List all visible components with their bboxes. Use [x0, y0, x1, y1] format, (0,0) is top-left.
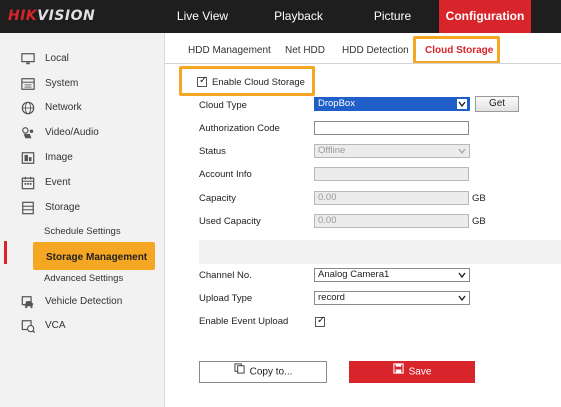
calendar-icon: [20, 175, 36, 191]
copy-icon: [234, 362, 245, 382]
sidebar-item-system[interactable]: System: [0, 73, 165, 95]
chevron-down-icon: [458, 148, 466, 155]
tab-picture[interactable]: Picture: [350, 0, 435, 33]
tab-live-view[interactable]: Live View: [160, 0, 245, 33]
chevron-down-icon: [458, 295, 466, 302]
sidebar-item-vca[interactable]: VCA: [0, 315, 165, 337]
cloud-type-label: Cloud Type: [199, 100, 247, 111]
subtab-hdd-management[interactable]: HDD Management: [188, 45, 271, 56]
subtab-net-hdd[interactable]: Net HDD: [285, 45, 325, 56]
sidebar-item-storage[interactable]: Storage: [0, 197, 165, 219]
account-info-field: [314, 167, 469, 181]
sidebar-item-local[interactable]: Local: [0, 48, 165, 70]
enable-event-upload-label: Enable Event Upload: [199, 316, 289, 327]
vehicle-icon: [20, 294, 36, 310]
status-select: Offline: [314, 144, 470, 158]
monitor-icon: [20, 51, 36, 67]
active-indicator: [4, 241, 7, 264]
status-label: Status: [199, 146, 226, 157]
authorization-code-input[interactable]: [314, 121, 469, 135]
cloud-type-select[interactable]: DropBox: [314, 97, 470, 111]
chevron-down-icon: [457, 99, 467, 109]
globe-icon: [20, 100, 36, 116]
channel-no-label: Channel No.: [199, 270, 252, 281]
upload-type-select[interactable]: record: [314, 291, 470, 305]
get-button[interactable]: Get: [475, 96, 519, 112]
capacity-field: 0.00: [314, 191, 469, 205]
capacity-unit: GB: [472, 193, 486, 204]
used-capacity-unit: GB: [472, 216, 486, 227]
tab-configuration[interactable]: Configuration: [439, 0, 531, 33]
sidebar-item-image[interactable]: Image: [0, 147, 165, 169]
subtab-hdd-detection[interactable]: HDD Detection: [342, 45, 409, 56]
subtab-divider: [165, 63, 561, 64]
checkmark-icon: ✓: [199, 75, 208, 86]
upload-type-label: Upload Type: [199, 293, 253, 304]
enable-event-upload-checkbox[interactable]: ✓: [315, 315, 326, 327]
storage-icon: [20, 200, 36, 216]
account-info-label: Account Info: [199, 169, 252, 180]
subtab-cloud-storage[interactable]: Cloud Storage: [425, 45, 493, 56]
hikvision-logo: HIKVISION: [8, 8, 96, 24]
channel-no-select[interactable]: Analog Camera1: [314, 268, 470, 282]
sidebar-sub-schedule-settings[interactable]: Schedule Settings: [44, 226, 121, 237]
chevron-down-icon: [458, 272, 466, 279]
top-navigation-bar: HIKVISION Live View Playback Picture Con…: [0, 0, 561, 33]
sidebar-sub-advanced-settings[interactable]: Advanced Settings: [44, 273, 123, 284]
sidebar-item-vehicle-detection[interactable]: Vehicle Detection: [0, 291, 165, 313]
tab-playback[interactable]: Playback: [256, 0, 341, 33]
image-icon: [20, 150, 36, 166]
authorization-code-label: Authorization Code: [199, 123, 280, 134]
system-icon: [20, 76, 36, 92]
save-button[interactable]: Save: [349, 361, 475, 383]
copy-to-button[interactable]: Copy to...: [199, 361, 327, 383]
sidebar-item-video-audio[interactable]: Video/Audio: [0, 122, 165, 144]
enable-cloud-storage-label: Enable Cloud Storage: [212, 77, 305, 88]
enable-cloud-storage-checkbox[interactable]: ✓: [197, 75, 208, 87]
video-icon: [20, 125, 36, 141]
sidebar-sub-storage-management[interactable]: Storage Management: [33, 242, 155, 270]
save-icon: [392, 361, 404, 383]
section-divider: [199, 240, 561, 264]
sidebar: Local System Network Video/Audio Image E…: [0, 33, 165, 407]
used-capacity-label: Used Capacity: [199, 216, 261, 227]
sidebar-item-network[interactable]: Network: [0, 97, 165, 119]
checkmark-icon: ✓: [317, 315, 326, 326]
sidebar-item-event[interactable]: Event: [0, 172, 165, 194]
capacity-label: Capacity: [199, 193, 236, 204]
used-capacity-field: 0.00: [314, 214, 469, 228]
vca-icon: [20, 318, 36, 334]
